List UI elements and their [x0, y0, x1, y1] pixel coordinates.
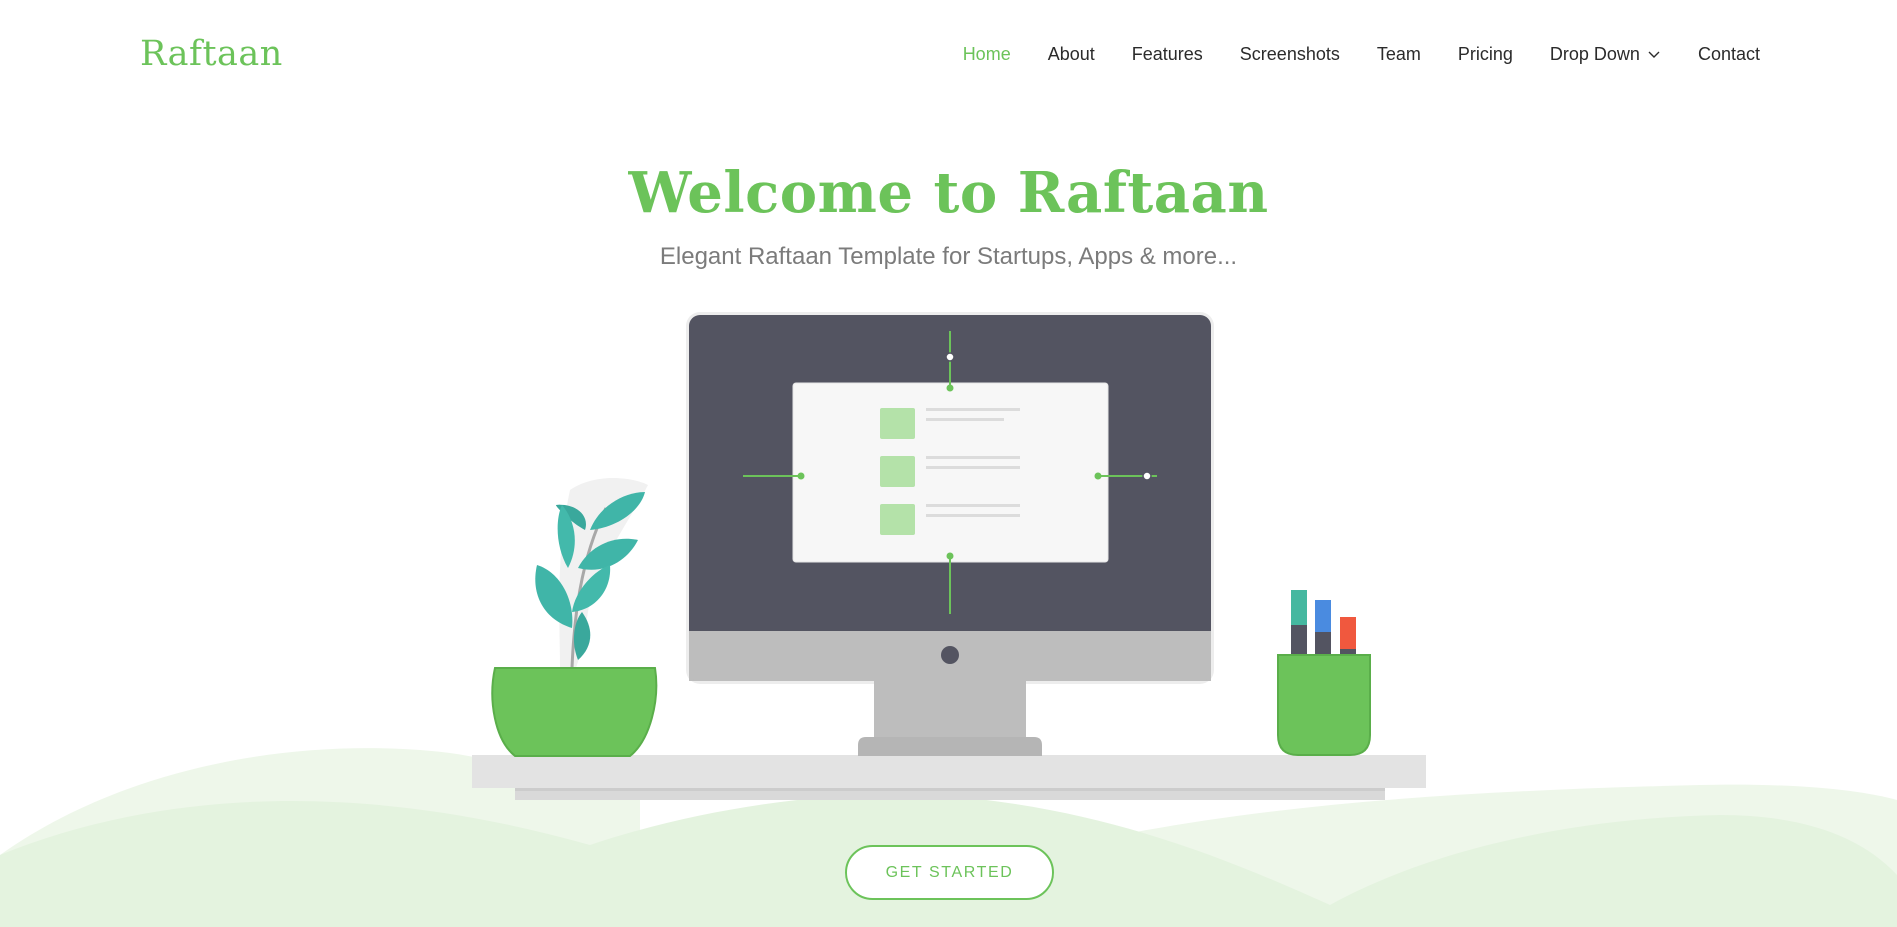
get-started-button[interactable]: GET STARTED [845, 845, 1054, 900]
nav-item-dropdown[interactable]: Drop Down [1550, 44, 1661, 65]
nav-item-dropdown-label: Drop Down [1549, 44, 1640, 64]
hero-illustration [0, 312, 1897, 927]
brand-logo[interactable]: Raftaan [140, 34, 283, 74]
hero-subtitle: Elegant Raftaan Template for Startups, A… [659, 243, 1238, 270]
nav-item-contact[interactable]: Contact [1698, 44, 1760, 65]
pen-cup-illustration [1277, 590, 1371, 756]
hero-title: Welcome to Raftaan [628, 160, 1269, 226]
nav-item-features[interactable]: Features [1132, 44, 1203, 65]
nav-item-pricing[interactable]: Pricing [1458, 44, 1513, 65]
plant-pot-illustration [491, 478, 658, 757]
nav-item-screenshots[interactable]: Screenshots [1240, 44, 1340, 65]
nav-item-team[interactable]: Team [1377, 44, 1421, 65]
chevron-down-icon [1648, 51, 1660, 58]
desk [472, 755, 1426, 800]
monitor [686, 312, 1214, 756]
site-header: Raftaan Home About Features Screenshots … [0, 0, 1897, 112]
main-nav: Home About Features Screenshots Team Pri… [963, 44, 1760, 65]
nav-item-home[interactable]: Home [963, 44, 1011, 65]
power-button-icon [941, 646, 959, 664]
nav-item-about[interactable]: About [1048, 44, 1095, 65]
